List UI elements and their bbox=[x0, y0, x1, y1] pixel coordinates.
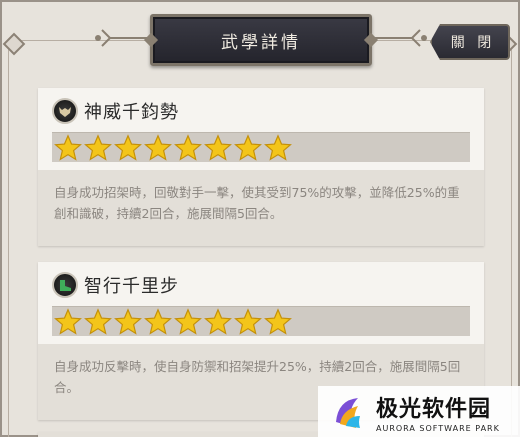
skill-card-header: 神威千鈞勢 bbox=[38, 88, 484, 170]
banner-ornament-right-icon bbox=[372, 29, 427, 47]
star-icon bbox=[234, 133, 262, 161]
star-icon bbox=[204, 307, 232, 335]
star-icon bbox=[234, 307, 262, 335]
page-title: 武學詳情 bbox=[221, 32, 301, 53]
running-boot-icon bbox=[52, 272, 78, 298]
title-banner: 武學詳情 bbox=[150, 14, 372, 66]
watermark-subtitle: AURORA SOFTWARE PARK bbox=[376, 423, 500, 433]
skill-card: 神威千鈞勢 自身成功招架時，回敬對手一擊，使其受到75%的攻擊，並降低25%的重… bbox=[38, 88, 484, 246]
star-icon bbox=[174, 133, 202, 161]
star-icon bbox=[264, 307, 292, 335]
skill-description: 自身成功招架時，回敬對手一擊，使其受到75%的攻擊，並降低25%的重創和識破，持… bbox=[54, 185, 460, 221]
star-icon bbox=[114, 307, 142, 335]
star-rating bbox=[52, 306, 470, 336]
beast-head-icon bbox=[52, 98, 78, 124]
star-icon bbox=[264, 133, 292, 161]
skill-card-header: 智行千里步 bbox=[38, 262, 484, 344]
banner-ornament-left-icon bbox=[95, 29, 150, 47]
aurora-logo-icon bbox=[336, 397, 360, 428]
skill-name: 智行千里步 bbox=[84, 276, 179, 297]
close-button[interactable]: 關 閉 bbox=[430, 24, 510, 60]
star-icon bbox=[54, 307, 82, 335]
star-icon bbox=[84, 133, 112, 161]
skill-name: 神威千鈞勢 bbox=[84, 102, 179, 123]
star-icon bbox=[174, 307, 202, 335]
star-icon bbox=[144, 133, 172, 161]
watermark-logo: 极光软件园 AURORA SOFTWARE PARK bbox=[318, 386, 520, 437]
watermark-title: 极光软件园 bbox=[376, 396, 492, 422]
star-icon bbox=[144, 307, 172, 335]
star-icon bbox=[204, 133, 232, 161]
star-rating bbox=[52, 132, 470, 162]
star-icon bbox=[84, 307, 112, 335]
star-icon bbox=[114, 133, 142, 161]
star-icon bbox=[54, 133, 82, 161]
